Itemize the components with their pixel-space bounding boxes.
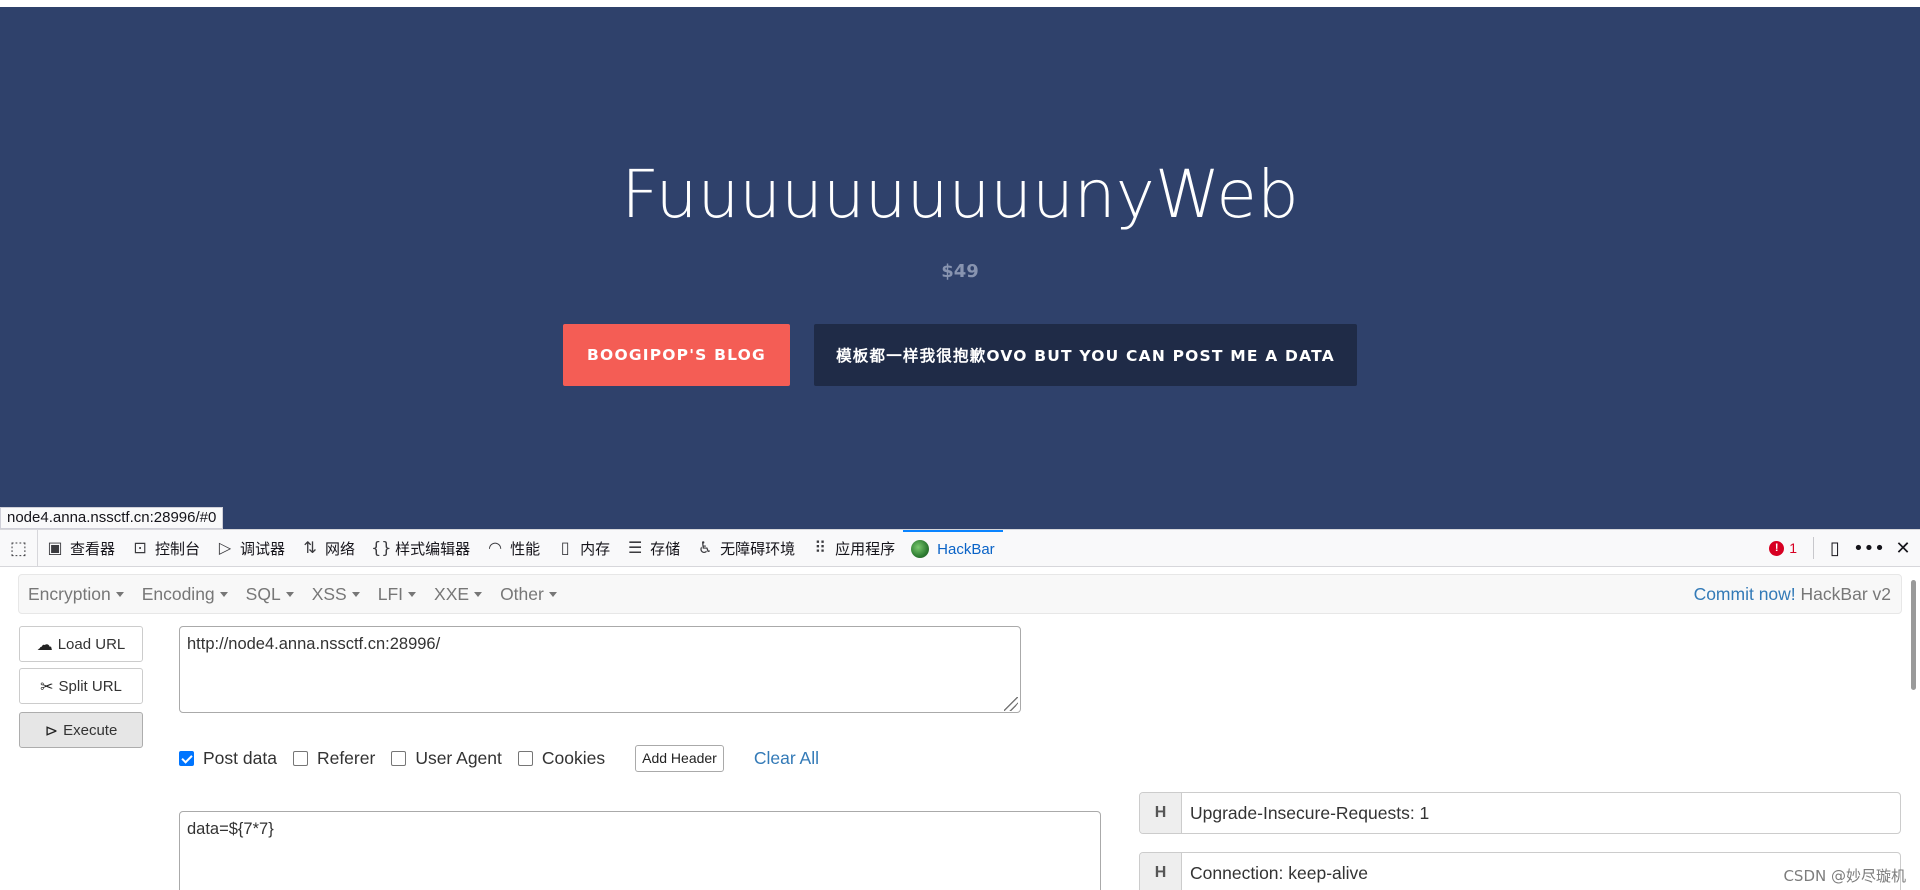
user-agent-checkbox[interactable]: User Agent — [391, 748, 502, 769]
style-editor-icon: {} — [371, 538, 392, 557]
error-icon: ! — [1769, 540, 1785, 556]
tab-accessibility[interactable]: ♿ 无障碍环境 — [688, 530, 803, 566]
tab-performance[interactable]: ◠ 性能 — [478, 530, 548, 566]
hackbar-panel: Encryption Encoding SQL XSS LFI XXE Othe… — [0, 567, 1920, 890]
header-row: H Upgrade-Insecure-Requests: 1 — [1139, 792, 1901, 834]
more-options-icon[interactable]: ••• — [1852, 530, 1886, 566]
tab-inspector[interactable]: ▣ 查看器 — [38, 530, 123, 566]
caret-down-icon — [219, 592, 228, 598]
devtools-right-controls: ! 1 ▯ ••• ✕ — [1769, 530, 1920, 566]
tab-label: 查看器 — [70, 540, 116, 558]
memory-icon: ▯ — [560, 538, 570, 557]
responsive-design-icon[interactable]: ▯ — [1818, 530, 1852, 566]
referer-checkbox[interactable]: Referer — [292, 748, 375, 769]
hero-price: $49 — [941, 261, 979, 282]
header-tag[interactable]: H — [1140, 793, 1182, 833]
tab-network[interactable]: ⇅ 网络 — [293, 530, 363, 566]
caret-down-icon — [474, 592, 483, 598]
checkbox-unchecked[interactable] — [292, 750, 308, 766]
error-count-badge[interactable]: ! 1 — [1769, 540, 1797, 556]
request-options: Post data Referer User Agent Cookies Add… — [179, 743, 819, 773]
menu-xxe[interactable]: XXE — [425, 584, 491, 605]
tab-style-editor[interactable]: {} 样式编辑器 — [363, 530, 478, 566]
tab-memory[interactable]: ▯ 内存 — [548, 530, 618, 566]
menu-lfi[interactable]: LFI — [369, 584, 425, 605]
checkbox-checked[interactable] — [179, 750, 194, 766]
execute-button[interactable]: ⊳ Execute — [19, 712, 143, 748]
tab-console[interactable]: ⊡ 控制台 — [123, 530, 208, 566]
hero-section: FuuuuuuuuuunyWeb $49 BOOGIPOP'S BLOG 模板都… — [0, 7, 1920, 529]
caret-down-icon — [285, 592, 294, 598]
tab-label: HackBar — [937, 540, 995, 558]
url-input[interactable]: http://node4.anna.nssctf.cn:28996/ — [179, 626, 1021, 713]
post-data-checkbox[interactable]: Post data — [179, 748, 277, 769]
load-url-button[interactable]: ☁ Load URL — [19, 626, 143, 662]
console-icon: ⊡ — [133, 538, 147, 557]
performance-icon: ◠ — [488, 538, 503, 557]
application-icon: ⠿ — [814, 538, 826, 557]
caret-down-icon — [548, 592, 557, 598]
cookies-checkbox[interactable]: Cookies — [517, 748, 605, 769]
menu-other[interactable]: Other — [491, 584, 566, 605]
blog-button[interactable]: BOOGIPOP'S BLOG — [563, 324, 790, 386]
post-data-button[interactable]: 模板都一样我很抱歉OVO BUT YOU CAN POST ME A DATA — [814, 324, 1357, 386]
caret-down-icon — [115, 592, 124, 598]
tab-label: 调试器 — [240, 540, 286, 558]
scissors-icon: ✂ — [40, 676, 54, 696]
header-value[interactable]: Upgrade-Insecure-Requests: 1 — [1182, 793, 1900, 833]
tab-storage[interactable]: ☰ 存储 — [618, 530, 688, 566]
error-count: 1 — [1789, 540, 1797, 556]
hackbar-version: Commit now! HackBar v2 — [1694, 575, 1891, 613]
close-icon[interactable]: ✕ — [1886, 530, 1920, 566]
menu-sql[interactable]: SQL — [237, 584, 303, 605]
watermark: CSDN @妙尽璇机 — [1783, 867, 1906, 885]
scrollbar[interactable] — [1911, 580, 1916, 690]
tab-label: 存储 — [650, 540, 681, 558]
element-picker-icon[interactable]: ⬚ — [0, 530, 38, 566]
tab-application[interactable]: ⠿ 应用程序 — [803, 530, 903, 566]
tab-debugger[interactable]: ▷ 调试器 — [208, 530, 293, 566]
tab-label: 无障碍环境 — [720, 540, 796, 558]
network-icon: ⇅ — [303, 538, 317, 557]
inspector-icon: ▣ — [47, 538, 63, 557]
tab-hackbar[interactable]: HackBar — [903, 530, 1003, 566]
checkbox-unchecked[interactable] — [391, 750, 407, 766]
checkbox-unchecked[interactable] — [517, 750, 533, 766]
commit-now-link[interactable]: Commit now! — [1694, 584, 1796, 604]
caret-down-icon — [408, 592, 417, 598]
tab-label: 网络 — [325, 540, 356, 558]
storage-icon: ☰ — [627, 538, 643, 557]
top-strip — [0, 0, 1920, 7]
menu-encoding[interactable]: Encoding — [133, 584, 237, 605]
caret-down-icon — [351, 592, 360, 598]
tab-label: 内存 — [580, 540, 611, 558]
debugger-icon: ▷ — [218, 538, 232, 557]
status-bar-url: node4.anna.nssctf.cn:28996/#0 — [0, 507, 224, 529]
tab-label: 控制台 — [155, 540, 201, 558]
split-url-button[interactable]: ✂ Split URL — [19, 668, 143, 704]
hackbar-menubar: Encryption Encoding SQL XSS LFI XXE Othe… — [18, 574, 1902, 614]
accessibility-icon: ♿ — [697, 538, 713, 557]
clear-all-link[interactable]: Clear All — [754, 748, 819, 769]
header-tag[interactable]: H — [1140, 853, 1182, 890]
hackbar-version-label: HackBar v2 — [1800, 584, 1891, 604]
resize-handle-icon[interactable] — [1004, 697, 1018, 711]
menu-xss[interactable]: XSS — [303, 584, 369, 605]
post-data-input[interactable]: data=${7*7} — [179, 811, 1101, 890]
hackbar-icon — [911, 540, 930, 558]
tab-label: 应用程序 — [835, 540, 896, 558]
menu-encryption[interactable]: Encryption — [19, 584, 133, 605]
add-header-button[interactable]: Add Header — [635, 744, 724, 772]
play-circle-icon: ⊳ — [44, 720, 59, 740]
devtools-toolbar: ⬚ ▣ 查看器 ⊡ 控制台 ▷ 调试器 ⇅ 网络 {} 样式编辑器 ◠ 性能 ▯… — [0, 529, 1920, 567]
hero-title: FuuuuuuuuuunyWeb — [621, 156, 1299, 233]
cloud-download-icon: ☁ — [36, 634, 53, 654]
divider — [1813, 537, 1814, 559]
tab-label: 样式编辑器 — [395, 540, 471, 558]
tab-label: 性能 — [510, 540, 541, 558]
